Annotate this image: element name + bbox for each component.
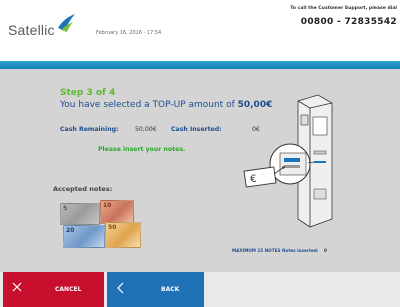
accepted-notes-label: Accepted notes: bbox=[53, 185, 113, 193]
back-button-label: BACK bbox=[161, 286, 180, 293]
notes-counter: MAXIMUM 15 NOTES Notes inserted: 0 bbox=[232, 248, 327, 253]
chevron-left-icon bbox=[117, 282, 124, 294]
support-phone: 00800 - 72835542 bbox=[300, 17, 397, 27]
footer-bar: CANCEL BACK bbox=[0, 272, 400, 307]
banknote-50-image: 50 bbox=[105, 222, 141, 248]
max-notes-label: MAXIMUM 15 NOTES bbox=[232, 248, 281, 253]
selected-prefix: You have selected a TOP-UP amount of bbox=[60, 100, 238, 110]
date-time: February 16, 2016 · 17:54 bbox=[96, 30, 162, 36]
cancel-button-label: CANCEL bbox=[55, 286, 82, 293]
satellic-logo-icon bbox=[58, 14, 75, 32]
notes-inserted-label: Notes inserted: bbox=[281, 248, 319, 253]
cash-remaining-label: Cash Remaining: bbox=[60, 126, 119, 133]
main-panel: Step 3 of 4 You have selected a TOP-UP a… bbox=[0, 69, 400, 272]
banknote-20-image: 20 bbox=[63, 225, 105, 248]
notes-inserted-value: 0 bbox=[323, 248, 327, 253]
support-label: To call the Customer Support, please dia… bbox=[290, 6, 397, 11]
close-icon bbox=[12, 282, 22, 292]
accepted-notes-images: 5 10 20 50 bbox=[60, 200, 152, 248]
step-indicator: Step 3 of 4 bbox=[60, 88, 116, 98]
insert-instruction: Please insert your notes. bbox=[98, 146, 186, 153]
support-info: To call the Customer Support, please dia… bbox=[290, 6, 397, 27]
banknote-10-image: 10 bbox=[100, 200, 134, 224]
cancel-button[interactable]: CANCEL bbox=[3, 272, 104, 307]
back-button[interactable]: BACK bbox=[107, 272, 204, 307]
cash-inserted-label: Cash Inserted: bbox=[171, 126, 222, 133]
kiosk-machine-illustration: € bbox=[243, 94, 333, 228]
header-divider-band bbox=[0, 61, 400, 69]
brand-name: Satellic bbox=[8, 22, 55, 38]
banknote-5-image: 5 bbox=[60, 203, 100, 225]
cash-remaining-value: 50,00€ bbox=[135, 126, 157, 133]
header: Satellic February 16, 2016 · 17:54 To ca… bbox=[0, 0, 400, 52]
satellic-logo: Satellic bbox=[8, 14, 80, 44]
